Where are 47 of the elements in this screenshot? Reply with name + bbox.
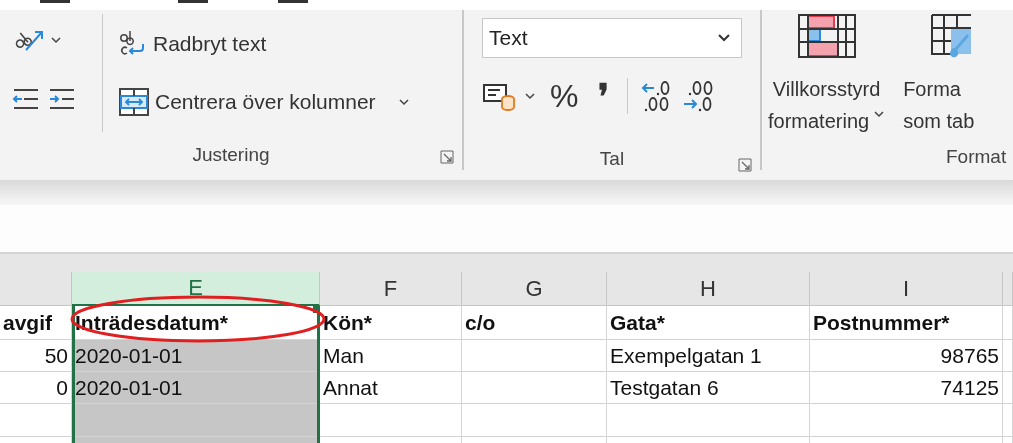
group-label: Justering: [192, 144, 270, 166]
column-header[interactable]: H: [607, 272, 810, 306]
table-cell: Exempelgatan 1: [607, 340, 810, 372]
table-cell: c/o: [462, 306, 607, 340]
chevron-icon: [717, 33, 731, 43]
dialog-launcher-icon[interactable]: [440, 150, 454, 164]
column-header[interactable]: E: [72, 272, 320, 306]
chevron-icon[interactable]: [524, 92, 536, 100]
accounting-format-icon[interactable]: [482, 81, 516, 111]
group-label: Format: [946, 146, 1007, 168]
format-as-table-button[interactable]: Forma som tab: [895, 14, 981, 142]
table-cell: Annat: [320, 372, 462, 404]
button-edge: [278, 0, 308, 3]
table-cell: [1003, 306, 1013, 340]
table-cell: avgif: [0, 306, 72, 340]
increase-indent-icon[interactable]: [48, 88, 76, 110]
table-cell: 0: [0, 372, 72, 404]
wrap-text-icon: [119, 30, 147, 58]
column-header[interactable]: G: [462, 272, 607, 306]
button-edge: [40, 0, 70, 3]
format-as-table-icon: [931, 14, 972, 58]
table-cell: Kön*: [320, 306, 462, 340]
table-cell: 74125: [810, 372, 1003, 404]
table-cell: 2020-01-01: [72, 372, 320, 404]
table-cell: 50: [0, 340, 72, 372]
column-header[interactable]: F: [320, 272, 462, 306]
button-edge: [178, 0, 208, 3]
chevron-icon: [397, 98, 410, 106]
group-label: Tal: [599, 148, 625, 170]
percent-button[interactable]: %: [544, 77, 585, 115]
comma-style-button[interactable]: ❜: [592, 76, 616, 116]
chevron-icon: [873, 110, 886, 118]
conditional-formatting-button[interactable]: Villkorsstyrd formatering: [762, 14, 892, 142]
table-cell: 98765: [810, 340, 1003, 372]
conditional-formatting-icon: [797, 14, 856, 58]
wrap-text-button[interactable]: Radbryt text: [115, 24, 414, 64]
table-cell: Gata*: [607, 306, 810, 340]
dialog-launcher-icon[interactable]: [738, 158, 752, 172]
merge-center-button[interactable]: Centrera över kolumner: [115, 82, 414, 122]
table-cell: Postnummer*: [810, 306, 1003, 340]
decrease-indent-icon[interactable]: [12, 88, 40, 110]
number-format-dropdown[interactable]: Text: [482, 18, 742, 58]
table-cell: Man: [320, 340, 462, 372]
merge-center-icon: [119, 88, 149, 116]
table-cell: 2020-01-01: [72, 340, 320, 372]
column-header[interactable]: I: [810, 272, 1003, 306]
table-cell: Testgatan 6: [607, 372, 810, 404]
